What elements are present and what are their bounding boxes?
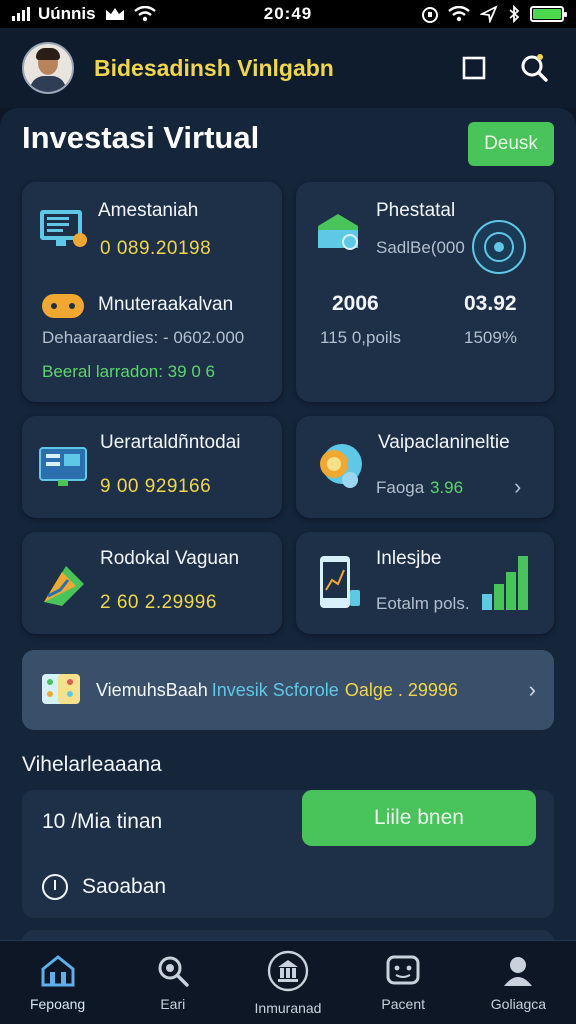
profile-icon: [504, 956, 533, 986]
main-content: Investasi Virtual Deusk Amestaniah 0 089…: [0, 108, 576, 950]
signal-icon: [12, 7, 30, 21]
tab-search[interactable]: Eari: [115, 941, 230, 1024]
card-title: Amestaniah: [98, 200, 199, 221]
card-value: 2 60 2.29996: [100, 592, 217, 613]
chat-icon: [386, 955, 420, 984]
app-header: Bidesadinsh Vinlgabn: [0, 28, 576, 108]
section-title: Vihelarleaaana: [22, 753, 162, 776]
stat-label: 1509%: [464, 328, 517, 347]
tab-bank[interactable]: Inmuranad: [230, 941, 345, 1024]
promo-banner[interactable]: ViemuhsBaah Invesik Scforole Oalge . 299…: [22, 650, 554, 730]
chevron-right-icon[interactable]: ›: [529, 677, 536, 703]
card-inlesjbe[interactable]: Inlesjbe Eotalm pols.: [296, 532, 554, 634]
app-title: Bidesadinsh Vinlgabn: [94, 54, 334, 81]
card-label: Faoga: [376, 478, 425, 497]
stat-label: 115 0,poils: [320, 328, 401, 347]
card-detail: Dehaaraardies: - 0602.000: [42, 328, 245, 347]
card-uerartal[interactable]: Uerartaldñntodai 9 00 929166: [22, 416, 282, 518]
chevron-right-icon[interactable]: ›: [514, 474, 521, 500]
card-value: 3.96: [430, 478, 464, 497]
schedule-card: 10 /Mia tinan Liile bnen Saoaban: [22, 790, 554, 918]
target-icon: [472, 220, 526, 274]
globe-pin-icon: [320, 444, 362, 488]
tab-label: Inmuranad: [254, 999, 322, 1016]
wifi-icon: [448, 6, 470, 22]
stat-value: 2006: [332, 292, 379, 315]
tab-home[interactable]: Fepoang: [0, 941, 115, 1024]
dashboard-icon: [39, 447, 87, 486]
home-icon: [41, 954, 75, 986]
house-icon: [318, 214, 358, 250]
page-title: Investasi Virtual: [22, 120, 260, 155]
tab-chat[interactable]: Pacent: [346, 941, 461, 1024]
schedule-text: 10 /Mia tinan: [42, 810, 163, 833]
search-icon[interactable]: [514, 48, 554, 88]
bank-icon: [267, 950, 309, 991]
card-value: 0 089.20198: [100, 238, 212, 259]
card-title: Rodokal Vaguan: [100, 548, 240, 569]
tab-label: Fepoang: [29, 995, 86, 1012]
lock-icon: [422, 7, 438, 23]
banner-text: ViemuhsBaah: [96, 679, 208, 700]
stat-value: 03.92: [464, 292, 517, 315]
clock-time: 20:49: [263, 4, 313, 23]
card-green-stat: Beeral larradon: 39 0 6: [42, 362, 215, 381]
card-vaipaclan[interactable]: Vaipaclanineltie Faoga 3.96 ›: [296, 416, 554, 518]
chart-paper-icon: [44, 566, 84, 606]
schedule-row[interactable]: Saoaban: [42, 874, 166, 900]
bottom-tab-bar: Fepoang Eari Inmuranad Pacent Goliagca: [0, 940, 576, 1024]
location-arrow-icon: [480, 5, 498, 23]
card-amestaniah[interactable]: Amestaniah 0 089.20198 Mnuteraakalvan De…: [22, 182, 282, 402]
banner-value: Oalge . 29996: [344, 679, 458, 700]
tab-label: Pacent: [381, 995, 425, 1012]
schedule-button[interactable]: Liile bnen: [302, 790, 536, 846]
tab-profile[interactable]: Goliagca: [461, 941, 576, 1024]
tab-label: Goliagca: [490, 995, 547, 1012]
card-title: Vaipaclanineltie: [378, 432, 510, 453]
gamepad-icon: [42, 294, 84, 318]
battery-icon: [530, 6, 567, 22]
phone-chart-icon: [320, 556, 360, 608]
carrier-name: Uúnnis: [38, 4, 96, 23]
avatar[interactable]: [22, 42, 74, 94]
search-icon: [158, 956, 189, 987]
monitor-icon: [40, 210, 87, 247]
bluetooth-icon: [509, 5, 520, 23]
card-label: Eotalm pols.: [376, 594, 470, 613]
schedule-label: Saoaban: [82, 875, 167, 898]
bar-chart-icon: [482, 556, 528, 610]
card-title: Uerartaldñntodai: [100, 432, 241, 453]
card-subtitle: SadlBe(000: [376, 238, 465, 257]
wifi-icon: [133, 6, 156, 22]
dice-icon: [42, 674, 80, 704]
crown-icon: [105, 8, 124, 20]
card-title: Phestatal: [376, 200, 456, 221]
banner-highlight: Invesik Scforole: [211, 679, 339, 700]
card-phestatal[interactable]: Phestatal SadlBe(000 2006 03.92 115 0,po…: [296, 182, 554, 402]
tab-label: Eari: [160, 995, 186, 1012]
clock-icon: [42, 874, 68, 900]
square-icon[interactable]: [454, 48, 494, 88]
card-rodokal[interactable]: Rodokal Vaguan 2 60 2.29996: [22, 532, 282, 634]
top-action-button[interactable]: Deusk: [468, 122, 554, 166]
card-value: 9 00 929166: [100, 476, 212, 497]
card-subtitle: Mnuteraakalvan: [98, 294, 234, 315]
card-title: Inlesjbe: [376, 548, 442, 569]
status-bar: Uúnnis 20:49: [0, 0, 576, 28]
